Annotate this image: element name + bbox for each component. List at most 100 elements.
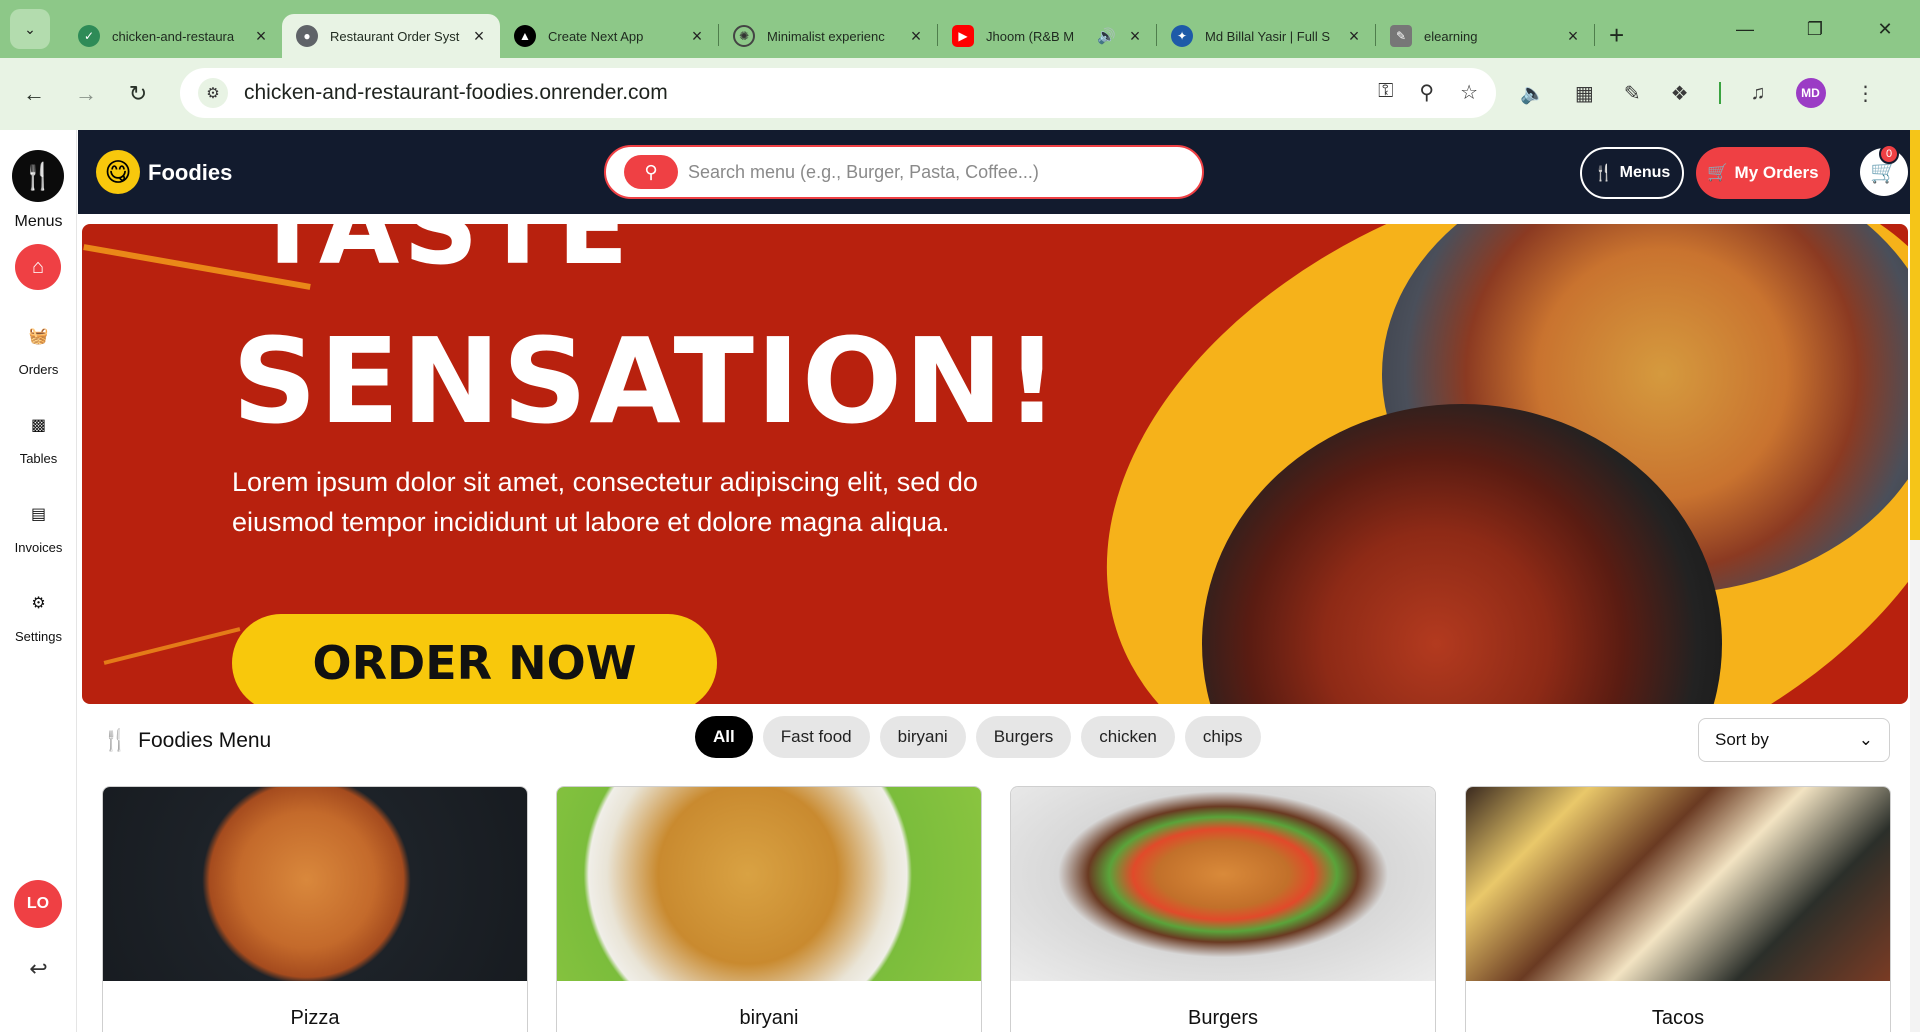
menu-search-bar: ⚲ xyxy=(604,145,1204,199)
fork-knife-icon: 🍴 xyxy=(102,729,129,752)
cart-count-badge: 0 xyxy=(1879,144,1899,164)
sidebar-item-orders[interactable]: 🧺 Orders xyxy=(0,326,77,377)
my-orders-button[interactable]: 🛒 My Orders xyxy=(1696,147,1830,199)
gear-icon: ⚙ xyxy=(31,595,46,612)
close-icon[interactable]: × xyxy=(1345,26,1363,47)
tab-title: elearning xyxy=(1424,28,1478,44)
filter-chip-fast-food[interactable]: Fast food xyxy=(762,716,870,758)
menu-card[interactable]: Pizza xyxy=(102,786,528,1032)
menu-card[interactable]: Burgers xyxy=(1010,786,1436,1032)
star-icon[interactable]: ☆ xyxy=(1460,80,1478,105)
burger-image xyxy=(1011,787,1435,981)
tacos-image xyxy=(1466,787,1890,981)
menus-button[interactable]: 🍴 Menus xyxy=(1580,147,1684,199)
speaker-icon[interactable]: 🔊 xyxy=(1097,27,1116,45)
url-text[interactable]: chicken-and-restaurant-foodies.onrender.… xyxy=(244,81,668,105)
minimize-icon[interactable]: — xyxy=(1710,19,1780,40)
browser-tab[interactable]: ✎ elearning × xyxy=(1376,14,1594,58)
sidebar: 🍴 Menus ⌂ 🧺 Orders ▩ Tables ▤ Invoices ⚙… xyxy=(0,130,77,1032)
site-favicon-icon: ✓ xyxy=(78,25,100,47)
sidebar-menus-label[interactable]: Menus xyxy=(0,213,77,231)
close-icon[interactable]: × xyxy=(470,26,488,47)
filter-chip-chicken[interactable]: chicken xyxy=(1081,716,1175,758)
site-info-icon[interactable]: ⚙ xyxy=(198,78,228,108)
extension-icons: 🔈 ▦ ✎ ❖ ♫ MD ⋮ xyxy=(1520,78,1876,108)
portfolio-icon: ✦ xyxy=(1171,25,1193,47)
back-arrow-icon[interactable]: ← xyxy=(8,81,60,107)
invoice-icon: ▤ xyxy=(30,506,47,523)
menu-card[interactable]: biryani xyxy=(556,786,982,1032)
filter-chip-biryani[interactable]: biryani xyxy=(879,716,966,758)
sidebar-item-invoices[interactable]: ▤ Invoices xyxy=(0,504,77,555)
close-icon[interactable]: × xyxy=(1126,26,1144,47)
app-header: 😋 Foodies ⚲ 🍴 Menus 🛒 My Orders 🛒 0 xyxy=(78,130,1920,214)
menu-card-name: Tacos xyxy=(1651,1007,1705,1029)
table-icon: ▩ xyxy=(30,417,47,434)
pizza-image xyxy=(103,787,527,981)
toolbar-divider xyxy=(1718,82,1721,104)
chevron-down-icon: ⌄ xyxy=(1858,730,1873,749)
foodies-app: 🍴 Menus ⌂ 🧺 Orders ▩ Tables ▤ Invoices ⚙… xyxy=(0,130,1920,1032)
address-bar[interactable]: ⚙ chicken-and-restaurant-foodies.onrende… xyxy=(180,68,1496,118)
browser-tab[interactable]: ✓ chicken-and-restaura × xyxy=(64,14,282,58)
decorative-ray xyxy=(103,627,241,665)
category-filters: All Fast food biryani Burgers chicken ch… xyxy=(695,716,1261,758)
close-icon[interactable]: × xyxy=(907,26,925,47)
fork-knife-logo-icon[interactable]: 🍴 xyxy=(12,150,64,202)
forward-arrow-icon[interactable]: → xyxy=(60,81,112,107)
brand-name[interactable]: Foodies xyxy=(148,160,232,186)
order-now-button[interactable]: ORDER NOW xyxy=(232,614,717,704)
tab-title: Create Next App xyxy=(548,28,644,44)
browser-tab[interactable]: ✺ Minimalist experienc × xyxy=(719,14,937,58)
sidebar-item-label: Invoices xyxy=(14,540,63,555)
browser-tab[interactable]: ▶ Jhoom (R&B M 🔊 × xyxy=(938,14,1156,58)
new-tab-button[interactable]: + xyxy=(1609,20,1624,51)
user-avatar[interactable]: LO xyxy=(14,880,62,928)
close-window-icon[interactable]: ✕ xyxy=(1850,19,1920,40)
close-icon[interactable]: × xyxy=(1564,26,1582,47)
scrollbar-thumb[interactable] xyxy=(1910,130,1920,540)
filter-chip-chips[interactable]: chips xyxy=(1184,716,1261,758)
browser-tab-strip: ⌄ ✓ chicken-and-restaura × ● Restaurant … xyxy=(0,0,1920,58)
menu-card-name: Pizza xyxy=(290,1007,340,1029)
tab-title: Jhoom (R&B M xyxy=(986,28,1075,44)
browser-tab[interactable]: ✦ Md Billal Yasir | Full S × xyxy=(1157,14,1375,58)
elearning-icon: ✎ xyxy=(1390,25,1412,47)
speaker-icon[interactable]: 🔈 xyxy=(1520,81,1545,106)
banner-title: SENSATION! xyxy=(232,312,1061,450)
logout-icon[interactable]: ↩ xyxy=(0,956,77,982)
menu-card-name: biryani xyxy=(739,1007,799,1029)
sidebar-item-settings[interactable]: ⚙ Settings xyxy=(0,593,77,644)
reload-icon[interactable]: ↻ xyxy=(112,81,164,107)
home-icon[interactable]: ⌂ xyxy=(15,244,61,290)
restore-icon[interactable]: ❐ xyxy=(1780,19,1850,40)
profile-avatar[interactable]: MD xyxy=(1795,78,1826,108)
menu-card[interactable]: Tacos xyxy=(1465,786,1891,1032)
qr-code-icon[interactable]: ▦ xyxy=(1575,81,1594,106)
search-input[interactable] xyxy=(688,161,1188,183)
close-icon[interactable]: × xyxy=(688,26,706,47)
scrollbar[interactable] xyxy=(1910,130,1920,1032)
puzzle-icon[interactable]: ❖ xyxy=(1671,81,1689,106)
key-icon[interactable]: ⚿ xyxy=(1378,80,1393,105)
smiley-logo-icon[interactable]: 😋 xyxy=(96,150,140,194)
sidebar-item-label: Settings xyxy=(15,629,62,644)
banner-subtitle: Lorem ipsum dolor sit amet, consectetur … xyxy=(232,467,978,537)
menus-button-label: Menus xyxy=(1619,164,1671,181)
browser-tab-active[interactable]: ● Restaurant Order Syst × xyxy=(282,14,500,58)
filter-chip-all[interactable]: All xyxy=(695,716,753,758)
search-icon[interactable]: ⚲ xyxy=(624,155,678,189)
sort-label: Sort by xyxy=(1715,730,1769,749)
browser-toolbar: ← → ↻ ⚙ chicken-and-restaurant-foodies.o… xyxy=(0,58,1920,130)
filter-chip-burgers[interactable]: Burgers xyxy=(975,716,1072,758)
sidebar-item-tables[interactable]: ▩ Tables xyxy=(0,415,77,466)
browser-tab[interactable]: ▲ Create Next App × xyxy=(500,14,718,58)
sort-select[interactable]: Sort by ⌄ xyxy=(1698,718,1890,762)
tab-search-button[interactable]: ⌄ xyxy=(10,9,50,49)
media-control-icon[interactable]: ♫ xyxy=(1751,82,1766,105)
close-icon[interactable]: × xyxy=(252,26,270,47)
zoom-icon[interactable]: ⚲ xyxy=(1419,80,1434,105)
kebab-menu-icon[interactable]: ⋮ xyxy=(1856,81,1876,106)
tab-title: chicken-and-restaura xyxy=(112,28,235,44)
edit-icon[interactable]: ✎ xyxy=(1624,81,1641,106)
